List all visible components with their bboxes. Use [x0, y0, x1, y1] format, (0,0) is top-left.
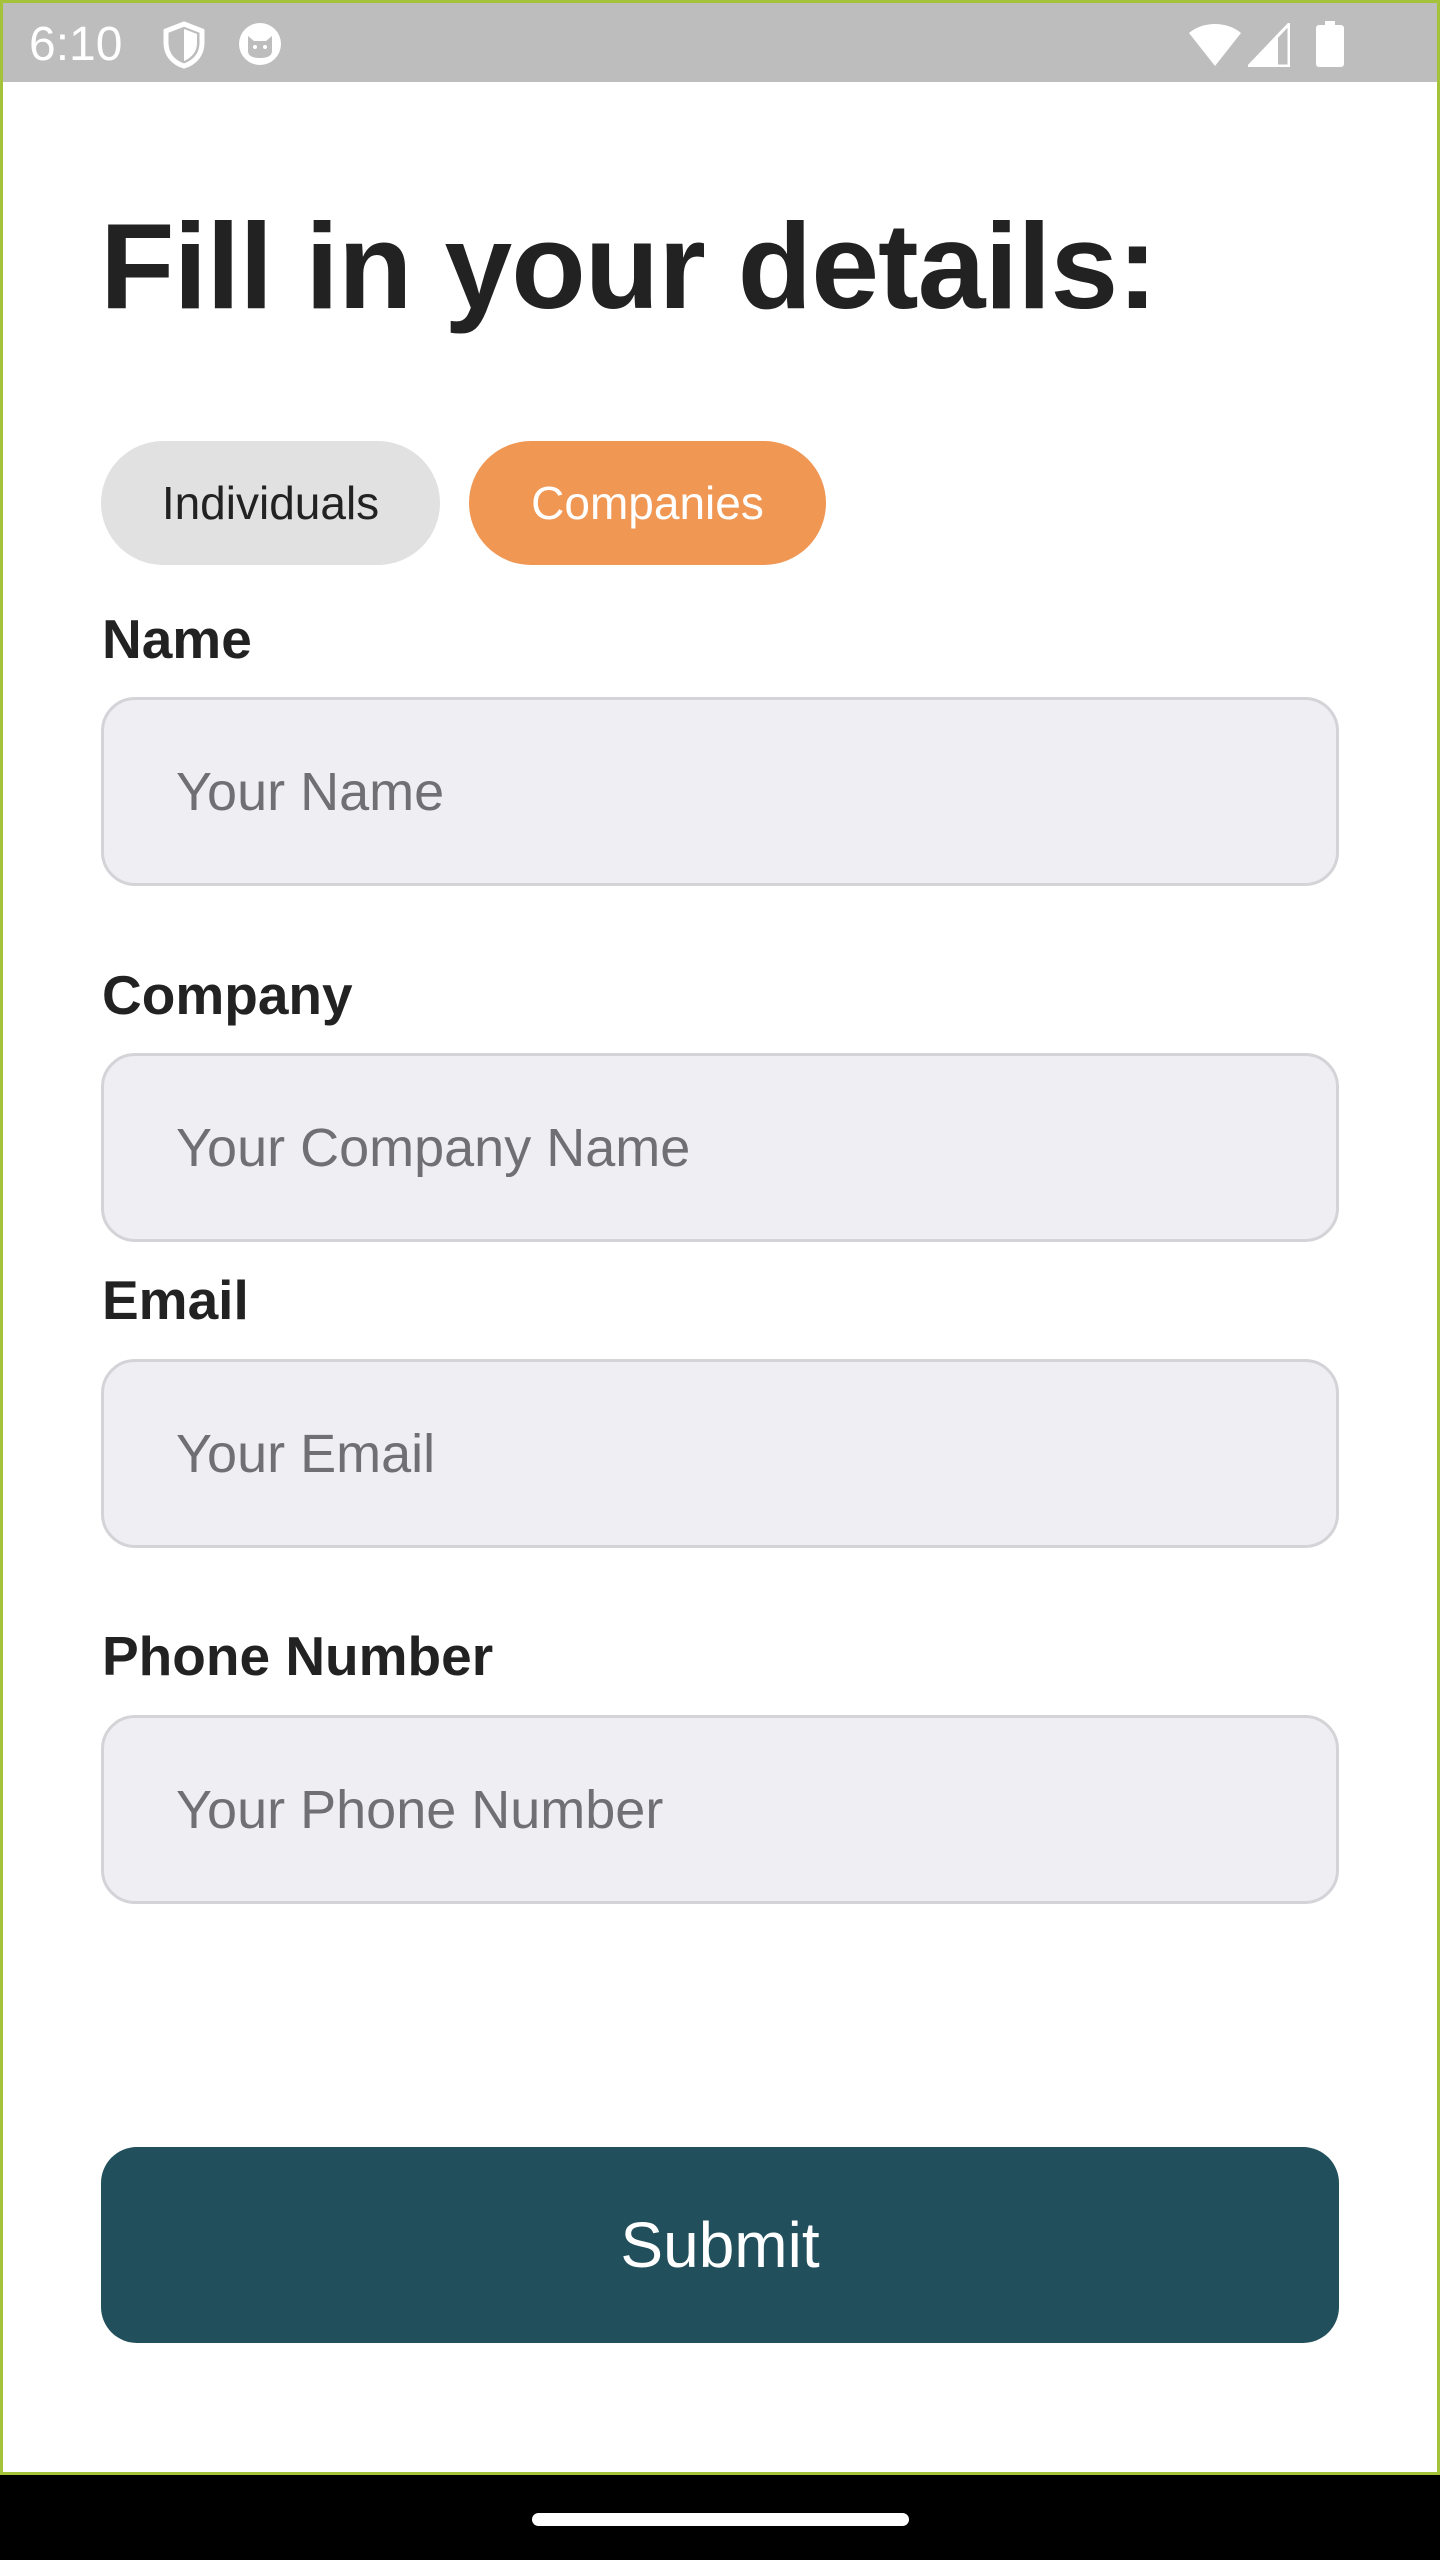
phone-number-label: Phone Number: [102, 1625, 494, 1687]
home-indicator[interactable]: [532, 2513, 909, 2526]
company-input[interactable]: [101, 1053, 1339, 1242]
navigation-bar: [0, 2475, 1440, 2560]
page-title: Fill in your details:: [100, 198, 1158, 334]
cat-icon: [239, 23, 281, 65]
segment-companies[interactable]: Companies: [469, 441, 826, 565]
status-bar: 6:10: [0, 0, 1440, 82]
name-label: Name: [102, 608, 252, 670]
segment-individuals[interactable]: Individuals: [101, 441, 440, 565]
company-label: Company: [102, 964, 353, 1026]
submit-button[interactable]: Submit: [101, 2147, 1339, 2343]
email-input[interactable]: [101, 1359, 1339, 1548]
name-input[interactable]: [101, 697, 1339, 886]
wifi-icon: [1189, 24, 1241, 66]
status-time: 6:10: [29, 18, 123, 71]
signal-icon: [1248, 23, 1290, 67]
battery-icon: [1316, 21, 1344, 67]
email-label: Email: [102, 1269, 249, 1331]
shield-icon: [163, 21, 205, 69]
phone-number-input[interactable]: [101, 1715, 1339, 1904]
